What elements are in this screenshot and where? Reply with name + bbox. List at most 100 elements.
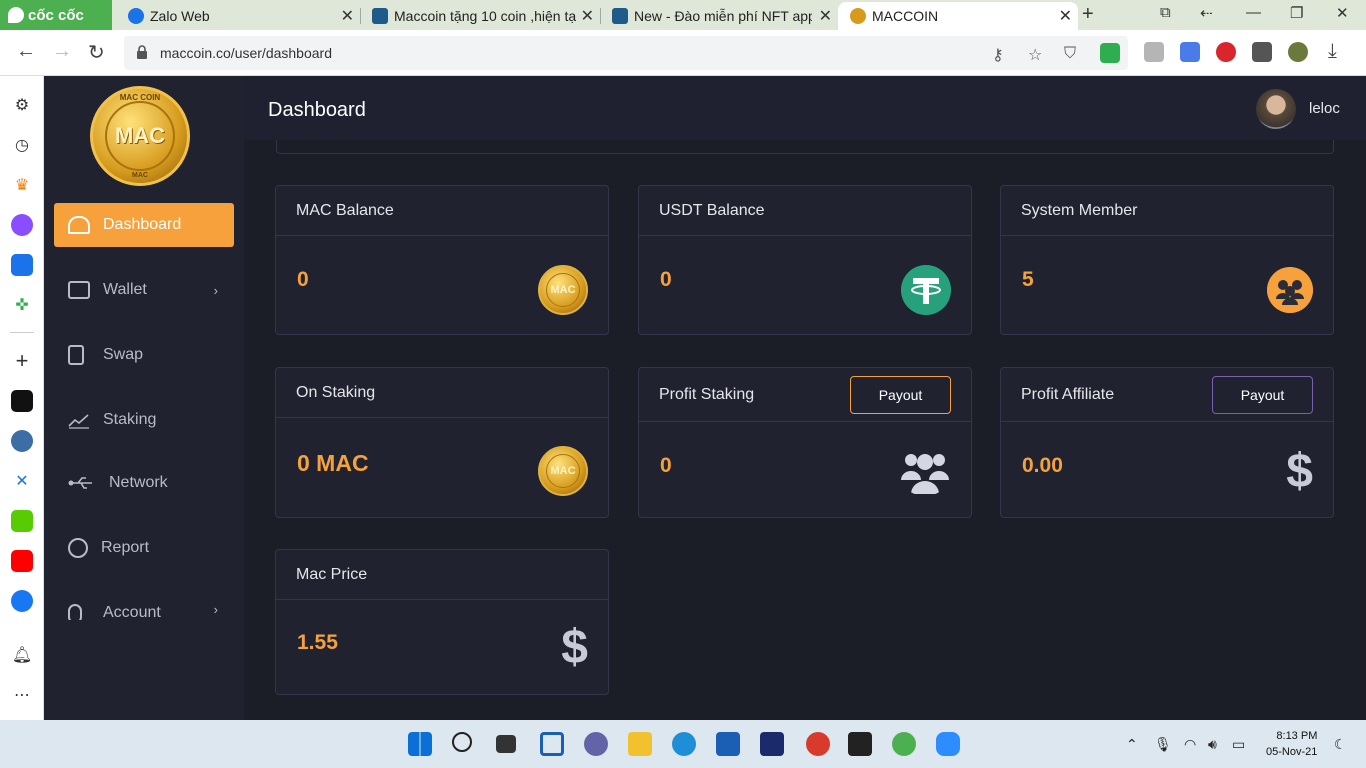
dashboard-content: MAC Balance 0 MAC USDT Balance 0 System … xyxy=(244,140,1366,720)
tab-maccoin[interactable]: MACCOIN ✕ xyxy=(838,2,1078,30)
gamepad-icon[interactable]: ✜ xyxy=(11,294,33,316)
new-tab-icon[interactable]: + xyxy=(1082,3,1094,26)
profit-staking-card: Profit Staking Payout 0 xyxy=(638,367,972,518)
swap-icon xyxy=(68,345,84,365)
task-view-icon[interactable] xyxy=(496,735,516,753)
sidebar-item-account[interactable]: Account › xyxy=(54,594,234,620)
sidebar-item-report[interactable]: Report xyxy=(54,526,234,570)
bell-icon[interactable]: 🔔︎ xyxy=(11,644,33,666)
file-explorer-icon[interactable] xyxy=(628,732,652,756)
mac-balance-card: MAC Balance 0 MAC xyxy=(275,185,609,335)
sidebar-item-wallet[interactable]: Wallet › xyxy=(54,268,234,312)
users-icon xyxy=(1267,267,1313,313)
url-field[interactable]: maccoin.co/user/dashboard ⚷ ☆ ⛉ xyxy=(124,36,1128,70)
store-icon[interactable] xyxy=(716,732,740,756)
tab-title: MACCOIN xyxy=(872,8,939,24)
sidebar-item-label: Dashboard xyxy=(103,216,182,233)
maximize-icon[interactable]: ❐ xyxy=(1290,4,1303,22)
reader-icon[interactable] xyxy=(1144,42,1164,62)
edge-icon[interactable] xyxy=(672,732,696,756)
x-app-icon[interactable]: ✕ xyxy=(11,470,33,492)
browser-brand-button[interactable]: cốc cốc xyxy=(0,0,112,30)
tab-zalo[interactable]: Zalo Web ✕ xyxy=(116,2,360,30)
zoom-icon[interactable] xyxy=(936,732,960,756)
tab-maccoin-promo[interactable]: Maccoin tặng 10 coin ,hiện tạ ✕ xyxy=(360,2,600,30)
browser-tab-bar: cốc cốc Zalo Web ✕ Maccoin tặng 10 coin … xyxy=(0,0,1366,30)
battery-icon[interactable]: ▭ xyxy=(1232,736,1245,753)
facebook-icon[interactable] xyxy=(11,590,33,612)
settings-gear-icon[interactable]: ⚙ xyxy=(11,94,33,116)
users-group-icon xyxy=(901,454,949,494)
media-app-icon[interactable] xyxy=(760,732,784,756)
key-icon[interactable]: ⚷ xyxy=(992,45,1004,65)
clock[interactable]: 8:13 PM 05-Nov-21 xyxy=(1266,728,1317,760)
more-icon[interactable]: ⋯ xyxy=(11,684,33,706)
flipboard-icon[interactable] xyxy=(11,390,33,412)
address-bar: ← → ↻ maccoin.co/user/dashboard ⚷ ☆ ⛉ ⤓ xyxy=(0,30,1366,76)
close-tab-icon[interactable]: ✕ xyxy=(819,6,832,26)
duolingo-icon[interactable] xyxy=(11,510,33,532)
sidebar-item-staking[interactable]: Staking xyxy=(54,398,234,442)
sidebar-item-swap[interactable]: Swap xyxy=(54,333,234,377)
card-title: Mac Price xyxy=(276,550,608,600)
tab-search-icon[interactable]: ⧉ xyxy=(1160,4,1171,21)
logo-bottom-text: MAC xyxy=(132,172,148,179)
page-title: Dashboard xyxy=(268,99,366,121)
profile-icon[interactable] xyxy=(1288,42,1308,62)
garena-icon[interactable] xyxy=(848,732,872,756)
wifi-icon[interactable]: ◠ xyxy=(1184,736,1196,753)
crown-icon[interactable]: ♛ xyxy=(11,174,33,196)
notifications-moon-icon[interactable]: ☾ xyxy=(1334,736,1347,753)
coccoc-taskbar-icon[interactable] xyxy=(892,732,916,756)
youtube-icon[interactable] xyxy=(11,550,33,572)
profit-affiliate-payout-button[interactable]: Payout xyxy=(1212,376,1313,414)
close-tab-icon[interactable]: ✕ xyxy=(1059,6,1072,26)
tab-nft-app[interactable]: New - Đào miễn phí NFT app ✕ xyxy=(600,2,838,30)
search-icon[interactable] xyxy=(452,732,472,752)
maccoin-logo[interactable]: MAC COIN MAC MAC xyxy=(90,86,190,186)
url-text: maccoin.co/user/dashboard xyxy=(160,45,332,61)
username-label[interactable]: leloc xyxy=(1309,100,1340,117)
profit-staking-payout-button[interactable]: Payout xyxy=(850,376,951,414)
card-header: Profit Affiliate Payout xyxy=(1001,368,1333,422)
block-icon[interactable] xyxy=(1216,42,1236,62)
profit-staking-value: 0 xyxy=(660,454,672,477)
zalo-favicon-icon xyxy=(128,8,144,24)
forward-icon[interactable]: → xyxy=(52,40,72,63)
on-staking-value: 0 MAC xyxy=(297,450,369,476)
sidebar-item-label: Network xyxy=(109,474,168,491)
download-green-icon[interactable] xyxy=(1100,43,1120,63)
minimize-icon[interactable]: — xyxy=(1246,4,1261,21)
sidebar-item-label: Staking xyxy=(103,411,157,428)
back-icon[interactable]: ← xyxy=(16,40,36,63)
reload-icon[interactable]: ↻ xyxy=(88,40,105,65)
windows-start-icon[interactable] xyxy=(408,732,432,756)
chat-icon[interactable] xyxy=(584,732,608,756)
download-icon[interactable]: ⤓ xyxy=(1328,40,1337,63)
volume-icon[interactable]: 🔊︎ xyxy=(1208,736,1217,753)
avatar[interactable] xyxy=(1256,89,1296,129)
profit-affiliate-value: 0.00 xyxy=(1022,454,1063,477)
diamond-icon[interactable] xyxy=(11,430,33,452)
history-icon[interactable]: ◷ xyxy=(11,134,33,156)
puzzle-icon[interactable] xyxy=(1252,42,1272,62)
widgets-icon[interactable] xyxy=(540,732,564,756)
zalo-icon[interactable] xyxy=(11,254,33,276)
close-tab-icon[interactable]: ✕ xyxy=(581,6,594,26)
chevron-right-icon: › xyxy=(213,602,218,617)
sidebar-item-dashboard[interactable]: Dashboard xyxy=(54,203,234,247)
mac-balance-value: 0 xyxy=(297,268,309,291)
sidebar-item-network[interactable]: Network xyxy=(54,461,234,505)
system-member-card: System Member 5 xyxy=(1000,185,1334,335)
add-icon[interactable]: + xyxy=(11,348,33,373)
star-icon[interactable]: ☆ xyxy=(1028,45,1042,65)
microphone-icon[interactable]: 🎙︎ xyxy=(1154,736,1172,753)
close-tab-icon[interactable]: ✕ xyxy=(341,6,354,26)
close-window-icon[interactable]: ✕ xyxy=(1336,4,1349,22)
back-arrow-icon[interactable]: ⇠ xyxy=(1200,4,1213,22)
messenger-icon[interactable] xyxy=(11,214,33,236)
shield-icon[interactable]: ⛉ xyxy=(1064,45,1076,63)
translate-icon[interactable] xyxy=(1180,42,1200,62)
chevron-up-icon[interactable]: ⌃ xyxy=(1126,736,1138,753)
app-cluster-icon[interactable] xyxy=(806,732,830,756)
